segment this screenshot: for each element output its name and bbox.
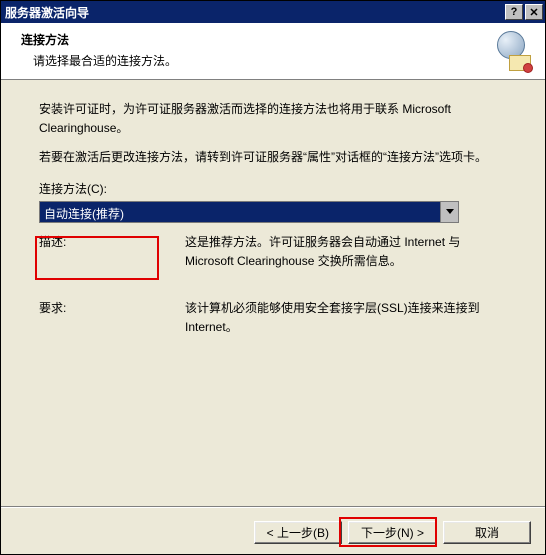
chevron-down-icon bbox=[446, 209, 454, 215]
wizard-header: 连接方法 请选择最合适的连接方法。 bbox=[1, 23, 545, 80]
requirement-row: 要求: 该计算机必须能够使用安全套接字层(SSL)连接来连接到 Internet… bbox=[39, 299, 519, 337]
header-title: 连接方法 bbox=[21, 31, 483, 48]
help-button[interactable]: ? bbox=[505, 4, 523, 20]
window-title: 服务器激活向导 bbox=[5, 4, 503, 21]
wizard-footer: < 上一步(B) 下一步(N) > 取消 bbox=[1, 510, 545, 554]
description-label: 描述: bbox=[39, 233, 185, 271]
requirement-text: 该计算机必须能够使用安全套接字层(SSL)连接来连接到 Internet。 bbox=[185, 299, 519, 337]
info-paragraph-2: 若要在激活后更改连接方法，请转到许可证服务器“属性”对话框的“连接方法”选项卡。 bbox=[39, 148, 511, 167]
wizard-window: 服务器激活向导 ? ✕ 连接方法 请选择最合适的连接方法。 安装许可证时，为许可… bbox=[0, 0, 546, 555]
connection-method-combo[interactable]: 自动连接(推荐) bbox=[39, 201, 459, 223]
combo-selected-value: 自动连接(推荐) bbox=[40, 202, 440, 222]
combo-dropdown-button[interactable] bbox=[440, 202, 458, 222]
separator bbox=[1, 506, 545, 508]
close-button[interactable]: ✕ bbox=[525, 4, 543, 20]
info-paragraph-1: 安装许可证时，为许可证服务器激活而选择的连接方法也将用于联系 Microsoft… bbox=[39, 100, 511, 138]
wizard-body: 安装许可证时，为许可证服务器激活而选择的连接方法也将用于联系 Microsoft… bbox=[1, 80, 545, 554]
header-icon bbox=[491, 31, 531, 71]
requirement-label: 要求: bbox=[39, 299, 185, 337]
header-subtitle: 请选择最合适的连接方法。 bbox=[33, 52, 483, 69]
connection-method-combo-wrap: 自动连接(推荐) bbox=[39, 201, 459, 223]
connection-method-label: 连接方法(C): bbox=[39, 180, 519, 197]
next-button[interactable]: 下一步(N) > bbox=[348, 521, 437, 544]
back-button[interactable]: < 上一步(B) bbox=[254, 521, 342, 544]
header-text: 连接方法 请选择最合适的连接方法。 bbox=[21, 31, 483, 69]
cancel-button[interactable]: 取消 bbox=[443, 521, 531, 544]
titlebar: 服务器激活向导 ? ✕ bbox=[1, 1, 545, 23]
certificate-icon bbox=[509, 55, 531, 71]
description-text: 这是推荐方法。许可证服务器会自动通过 Internet 与 Microsoft … bbox=[185, 233, 519, 271]
description-row: 描述: 这是推荐方法。许可证服务器会自动通过 Internet 与 Micros… bbox=[39, 233, 519, 271]
